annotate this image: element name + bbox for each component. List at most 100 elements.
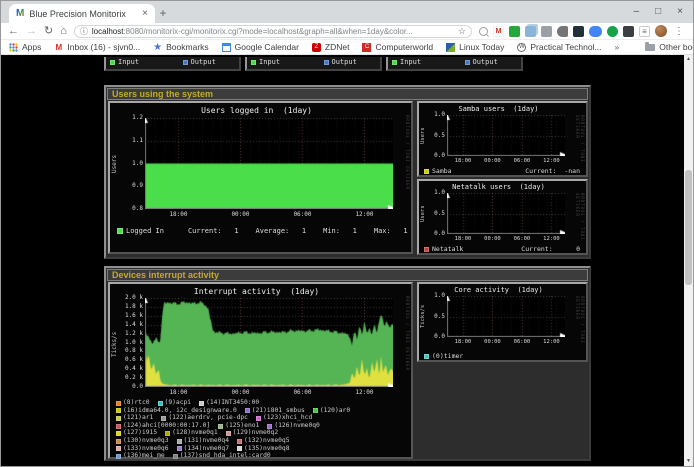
window-maximize-button[interactable]: □: [655, 7, 661, 17]
forward-button[interactable]: →: [26, 26, 37, 37]
new-tab-button[interactable]: +: [155, 4, 171, 23]
legend-swatch: [165, 431, 170, 436]
green-circle-extension-icon[interactable]: [607, 26, 618, 37]
y-tick-label: 1.0: [434, 190, 445, 196]
page-scrollbar[interactable]: ▲ ▼: [684, 55, 693, 466]
bookmark-computerworld[interactable]: C Computerworld: [362, 42, 433, 52]
legend-entry: (137)snd_hda_intel:card0: [173, 453, 271, 460]
x-axis-ticks: 18:0000:0006:0012:00: [145, 211, 393, 219]
legend-swatch: [116, 401, 121, 406]
partial-graph-panel[interactable]: Input Output: [104, 57, 241, 71]
legend-swatch: [424, 169, 429, 174]
bookmark-zdnet[interactable]: Z ZDNet: [312, 42, 350, 52]
gmail-icon: M: [54, 43, 63, 52]
y-axis-ticks: 2.0 k1.8 k1.6 k1.4 k1.2 k1.0 k0.8 k0.6 k…: [112, 298, 143, 387]
search-extension-icon[interactable]: [479, 27, 488, 36]
legend-swatch: [116, 431, 121, 436]
y-tick-label: 0.2 k: [125, 375, 143, 381]
legend-row: (8)rtc0(9)acpi(14)INT3450:00: [116, 400, 409, 407]
extension-icons: M ⋮: [479, 25, 686, 37]
scrollbar-thumb[interactable]: [685, 170, 692, 285]
bookmark-apps[interactable]: Apps: [9, 42, 41, 52]
legend-swatch: [177, 446, 182, 451]
netatalk-users-graph[interactable]: Netatalk users (1day) Users 1.00.50.0 18…: [417, 179, 588, 255]
window-close-button[interactable]: ×: [677, 7, 683, 17]
bookmark-bookmarks[interactable]: ★ Bookmarks: [153, 42, 209, 52]
folder-icon: [645, 44, 655, 51]
pages-extension-icon[interactable]: [525, 26, 536, 37]
bookmarks-overflow-chevron[interactable]: »: [615, 42, 620, 52]
y-axis-ticks: 1.00.50.0: [423, 193, 445, 234]
bookmark-google-calendar[interactable]: Google Calendar: [222, 42, 299, 52]
legend-row: (130)nvme0q3(131)nvme0q4(132)nvme0q5: [116, 438, 409, 445]
window-minimize-button[interactable]: –: [634, 7, 640, 17]
output-legend-swatch: [324, 60, 329, 65]
tab-close-icon[interactable]: ×: [142, 8, 148, 19]
rrdtool-watermark: RRDTOOL / TOBI OETIKER: [575, 296, 585, 360]
x-tick-label: 18:00: [169, 389, 187, 396]
dark-extension-icon[interactable]: [573, 26, 584, 37]
x-tick-label: 18:00: [169, 211, 187, 218]
star-icon: ★: [153, 43, 162, 52]
legend-swatch: [267, 424, 272, 429]
section-title: Devices interrupt activity: [107, 269, 588, 281]
core-activity-graph[interactable]: Core activity (1day) Ticks/s 1.00.50.0 1…: [417, 282, 588, 362]
x-tick-label: 00:00: [484, 236, 501, 243]
gmail-extension-icon[interactable]: M: [493, 26, 504, 37]
legend-swatch: [116, 416, 121, 421]
y-tick-label: 0.8: [132, 206, 143, 212]
samba-users-graph[interactable]: Samba users (1day) Users 1.00.50.0 18:00…: [417, 101, 588, 177]
address-bar[interactable]: ⓘ localhost:8080/monitorix-cgi/monitorix…: [74, 25, 472, 38]
users-logged-in-graph[interactable]: Users logged in (1day) Users 1.21.11.00.…: [108, 101, 413, 254]
partial-graph-panel[interactable]: Input Output: [386, 57, 523, 71]
x-axis-ticks: 18:0000:0006:0012:00: [447, 158, 565, 166]
y-tick-label: 0.5: [434, 314, 445, 320]
bookmark-star-icon[interactable]: ☆: [458, 26, 466, 37]
extensions-puzzle-icon[interactable]: [623, 26, 634, 37]
legend-swatch: [237, 439, 242, 444]
y-tick-label: 1.0 k: [125, 340, 143, 346]
browser-window: M Blue Precision Monitorix × + – □ × ← →…: [0, 0, 694, 467]
legend-entry: (8)rtc0: [116, 400, 150, 407]
bookmark-linux-today[interactable]: Linux Today: [446, 42, 504, 52]
bookmark-inbox[interactable]: M Inbox (16) - sjvn0...: [54, 42, 140, 52]
back-button[interactable]: ←: [8, 26, 19, 37]
legend-entry: (132)nvme0q5: [237, 438, 290, 445]
home-button[interactable]: ⌂: [60, 26, 67, 37]
y-tick-label: 1.2 k: [125, 331, 143, 337]
plot-area: [145, 118, 393, 209]
list-extension-icon[interactable]: [639, 26, 650, 37]
browser-menu-icon[interactable]: ⋮: [672, 26, 686, 37]
legend-entry: (16)idma64.0, i2c_designware.0: [116, 408, 237, 415]
legend-entry: (14)INT3450:00: [199, 400, 259, 407]
y-tick-label: 0.0: [434, 153, 445, 159]
scroll-down-arrow[interactable]: ▼: [684, 457, 693, 466]
scroll-up-arrow[interactable]: ▲: [684, 55, 693, 64]
current-value: Current: 0: [521, 245, 580, 253]
legend-entry: (126)nvme0q0: [267, 423, 320, 430]
grey-extension-icon[interactable]: [541, 26, 552, 37]
tab-strip: M Blue Precision Monitorix × + – □ ×: [1, 1, 693, 23]
x-tick-label: 12:00: [543, 339, 560, 346]
url-text: localhost:8080/monitorix-cgi/monitorix.c…: [92, 27, 454, 36]
partial-graph-panel[interactable]: Input Output: [245, 57, 382, 71]
legend-entry: (122)aerdrv, pcie-dpc: [161, 415, 248, 422]
x-tick-label: 00:00: [231, 389, 249, 396]
interrupt-activity-graph[interactable]: Interrupt activity (1day) Ticks/s 2.0 k1…: [108, 282, 413, 459]
legend-entry: (120)ar0: [313, 408, 350, 415]
y-tick-label: 1.0: [132, 161, 143, 167]
blue-extension-icon[interactable]: [589, 26, 602, 37]
browser-tab[interactable]: M Blue Precision Monitorix ×: [9, 4, 155, 23]
site-info-icon[interactable]: ⓘ: [80, 26, 88, 37]
other-bookmarks-button[interactable]: Other bookmarks: [645, 42, 694, 52]
green-extension-icon[interactable]: [509, 26, 520, 37]
profile-avatar[interactable]: [655, 25, 667, 37]
bookmark-practical-technology[interactable]: W Practical Technol...: [517, 42, 601, 52]
partial-graphs-strip: Input Output Input Output Input Output: [104, 57, 523, 71]
speaker-extension-icon[interactable]: [557, 26, 568, 37]
x-tick-label: 06:00: [514, 339, 531, 346]
legend-entry: (125)eno1: [218, 423, 259, 430]
graph-stats: Current: 1 Average: 1 Min: 1 Max: 1: [188, 227, 408, 235]
reload-button[interactable]: ↻: [44, 26, 53, 37]
y-tick-label: 1.4 k: [125, 322, 143, 328]
